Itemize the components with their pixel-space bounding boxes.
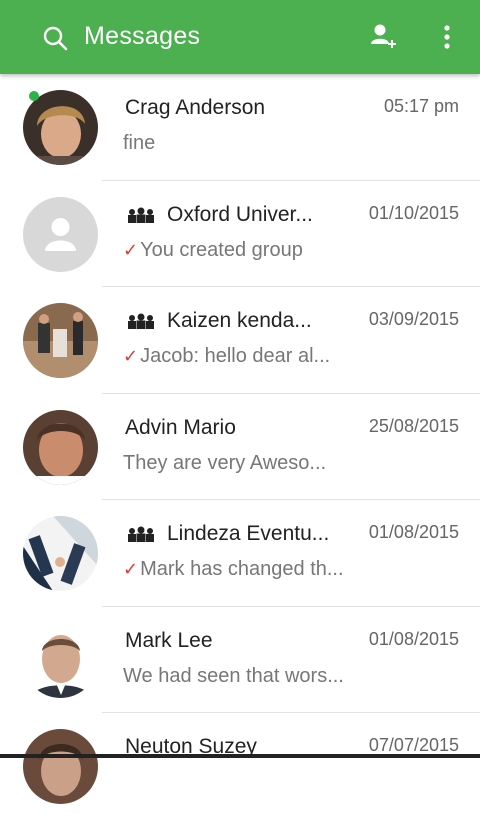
chat-time: 01/08/2015 (368, 628, 459, 649)
more-vert-icon[interactable] (436, 24, 458, 50)
chat-list: Crag Anderson 05:17 pm fine Oxford Unive… (0, 74, 480, 820)
chat-name: Lindeza Eventu... (125, 522, 329, 546)
sent-check-icon: ✓ (123, 559, 139, 579)
chat-preview: They are very Aweso... (123, 451, 327, 474)
app-bar: Messages (0, 0, 480, 74)
chat-time: 03/09/2015 (368, 309, 459, 329)
chat-time: 01/10/2015 (368, 202, 459, 223)
search-icon[interactable] (42, 25, 68, 51)
chat-name: Crag Anderson (125, 96, 266, 119)
online-indicator (29, 91, 39, 101)
chat-name: Mark Lee (125, 628, 213, 652)
chat-name: Advin Mario (125, 415, 236, 439)
chat-preview: ✓ Mark has changed th... (123, 558, 344, 580)
chat-preview: fine (123, 132, 156, 154)
sent-check-icon: ✓ (123, 239, 139, 260)
chat-preview: We had seen that wors... (123, 664, 344, 687)
group-icon (128, 313, 154, 330)
avatar (23, 90, 98, 165)
page-title: Messages (84, 22, 201, 50)
avatar (23, 303, 98, 378)
chat-row[interactable]: Crag Anderson 05:17 pm fine (0, 74, 480, 181)
group-icon (128, 207, 154, 223)
add-contact-icon[interactable] (369, 22, 397, 50)
chat-time: 01/08/2015 (368, 522, 459, 542)
bottom-edge (0, 754, 480, 758)
chat-row[interactable]: Kaizen kenda... 03/09/2015 ✓ Jacob: hello… (0, 287, 480, 394)
chat-row[interactable]: Advin Mario 25/08/2015 They are very Awe… (0, 394, 480, 500)
avatar (23, 516, 98, 591)
chat-time: 05:17 pm (383, 96, 459, 116)
chat-preview: ✓ You created group (123, 238, 303, 261)
avatar (23, 409, 98, 485)
default-avatar-icon (23, 196, 98, 272)
sent-check-icon: ✓ (123, 346, 139, 366)
chat-row[interactable]: Lindeza Eventu... 01/08/2015 ✓ Mark has c… (0, 500, 480, 607)
chat-row[interactable]: Mark Lee 01/08/2015 We had seen that wor… (0, 607, 480, 713)
chat-preview: ✓ Jacob: hello dear al... (123, 345, 331, 367)
group-icon (128, 526, 154, 543)
chat-row[interactable]: Oxford Univer... 01/10/2015 ✓ You created… (0, 181, 480, 287)
avatar (23, 729, 98, 804)
chat-row[interactable]: Neuton Suzey 07/07/2015 (0, 713, 480, 820)
chat-name: Kaizen kenda... (125, 309, 312, 333)
chat-time: 07/07/2015 (368, 735, 459, 755)
avatar (23, 622, 98, 698)
chat-time: 25/08/2015 (368, 415, 459, 436)
chat-name: Oxford Univer... (125, 203, 313, 227)
